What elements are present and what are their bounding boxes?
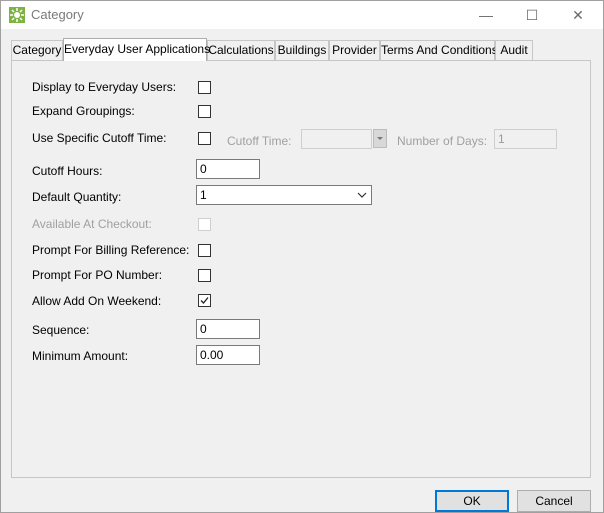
- close-button[interactable]: ✕: [555, 1, 601, 29]
- tab-category[interactable]: Category: [11, 40, 63, 60]
- allow-weekend-label: Allow Add On Weekend:: [32, 294, 162, 308]
- use-cutoff-label: Use Specific Cutoff Time:: [32, 131, 167, 145]
- number-of-days-input[interactable]: 1: [494, 129, 557, 149]
- chevron-down-icon: [377, 137, 383, 140]
- default-quantity-select[interactable]: 1: [196, 185, 372, 205]
- tab-panel: Display to Everyday Users: Expand Groupi…: [11, 60, 591, 478]
- available-checkout-checkbox[interactable]: [198, 218, 211, 231]
- display-everyday-checkbox[interactable]: [198, 81, 211, 94]
- minimum-amount-label: Minimum Amount:: [32, 349, 129, 363]
- tab-calculations[interactable]: Calculations: [207, 40, 275, 60]
- tab-audit[interactable]: Audit: [495, 40, 533, 60]
- app-icon: [9, 7, 25, 23]
- number-of-days-label: Number of Days:: [397, 134, 488, 148]
- maximize-button[interactable]: ☐: [509, 1, 555, 29]
- expand-groupings-checkbox[interactable]: [198, 105, 211, 118]
- display-everyday-label: Display to Everyday Users:: [32, 80, 177, 94]
- chevron-down-icon: [357, 192, 367, 198]
- cutoff-time-label: Cutoff Time:: [227, 134, 292, 148]
- tab-buildings[interactable]: Buildings: [275, 40, 329, 60]
- tab-provider[interactable]: Provider: [329, 40, 380, 60]
- minimize-button[interactable]: —: [463, 1, 509, 29]
- checkmark-icon: [200, 297, 209, 304]
- available-checkout-label: Available At Checkout:: [32, 217, 152, 231]
- title-bar[interactable]: Category — ☐ ✕: [1, 1, 603, 29]
- expand-groupings-label: Expand Groupings:: [32, 104, 135, 118]
- window-title: Category: [31, 7, 84, 22]
- tab-everyday-user-applications[interactable]: Everyday User Applications: [63, 38, 210, 61]
- cutoff-hours-label: Cutoff Hours:: [32, 164, 103, 178]
- cutoff-time-input[interactable]: [301, 129, 372, 149]
- prompt-po-checkbox[interactable]: [198, 269, 211, 282]
- use-cutoff-checkbox[interactable]: [198, 132, 211, 145]
- dialog-window: Category — ☐ ✕ Category Everyday User Ap…: [0, 0, 604, 513]
- allow-weekend-checkbox[interactable]: [198, 294, 211, 307]
- cutoff-hours-input[interactable]: 0: [196, 159, 260, 179]
- cancel-button[interactable]: Cancel: [517, 490, 591, 512]
- tab-terms-and-conditions[interactable]: Terms And Conditions: [380, 40, 498, 60]
- default-quantity-label: Default Quantity:: [32, 190, 122, 204]
- ok-button[interactable]: OK: [435, 490, 509, 512]
- minimum-amount-input[interactable]: 0.00: [196, 345, 260, 365]
- prompt-billing-checkbox[interactable]: [198, 244, 211, 257]
- sequence-input[interactable]: 0: [196, 319, 260, 339]
- default-quantity-value: 1: [200, 188, 207, 202]
- cutoff-time-dropdown-button[interactable]: [373, 129, 387, 148]
- prompt-billing-label: Prompt For Billing Reference:: [32, 243, 190, 257]
- prompt-po-label: Prompt For PO Number:: [32, 268, 163, 282]
- sequence-label: Sequence:: [32, 323, 90, 337]
